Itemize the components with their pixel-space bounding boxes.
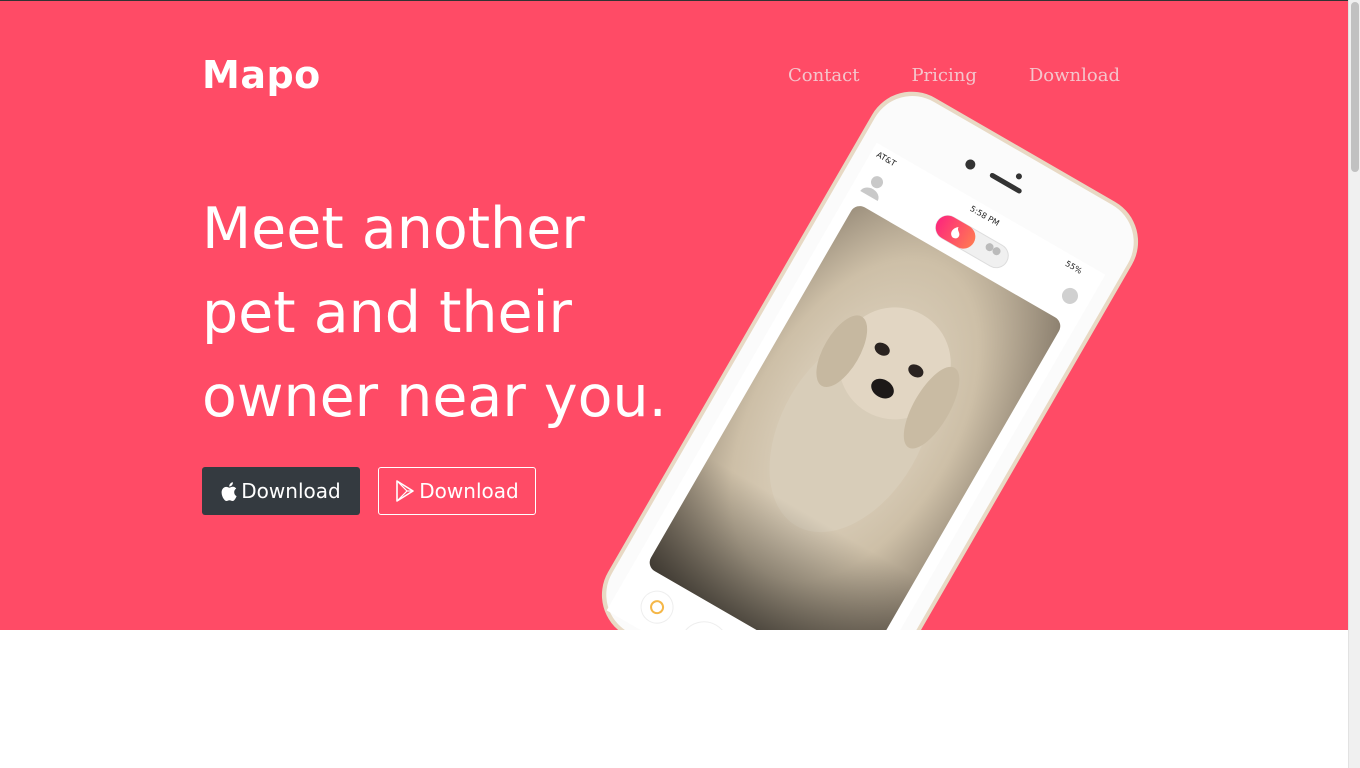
brand-logo[interactable]: Mapo (202, 53, 321, 97)
phone-carrier: AT&T (875, 150, 898, 168)
headline-line: pet and their (202, 280, 572, 346)
hero-section: Mapo Contact Pricing Download Meet anoth… (0, 0, 1348, 630)
nav-link-download[interactable]: Download (1029, 65, 1120, 86)
rewind-icon (640, 590, 674, 624)
nav-link-pricing[interactable]: Pricing (911, 65, 976, 86)
google-play-download-label: Download (419, 479, 519, 503)
scrollbar-thumb[interactable] (1351, 2, 1359, 172)
app-store-download-label: Download (241, 479, 341, 503)
headline-line: owner near you. (202, 364, 667, 430)
apple-icon (221, 481, 237, 501)
landing-page: Mapo Contact Pricing Download Meet anoth… (0, 0, 1360, 768)
page-scrollbar[interactable] (1348, 0, 1360, 768)
google-play-download-button[interactable]: Download (378, 467, 536, 515)
chat-bubble-icon (1061, 287, 1078, 304)
google-play-icon (395, 480, 415, 502)
hero-headline: Meet another pet and their owner near yo… (202, 187, 722, 439)
headline-line: Meet another (202, 196, 585, 262)
phone-time: 5:58 PM (968, 204, 1001, 228)
app-store-download-button[interactable]: Download (202, 467, 360, 515)
user-icon (860, 176, 884, 202)
group-icon (985, 243, 1001, 256)
nav-link-contact[interactable]: Contact (788, 65, 859, 86)
top-nav: Contact Pricing Download (788, 65, 1120, 86)
flame-icon (935, 215, 1009, 269)
phone-battery: 55% (1064, 259, 1084, 276)
